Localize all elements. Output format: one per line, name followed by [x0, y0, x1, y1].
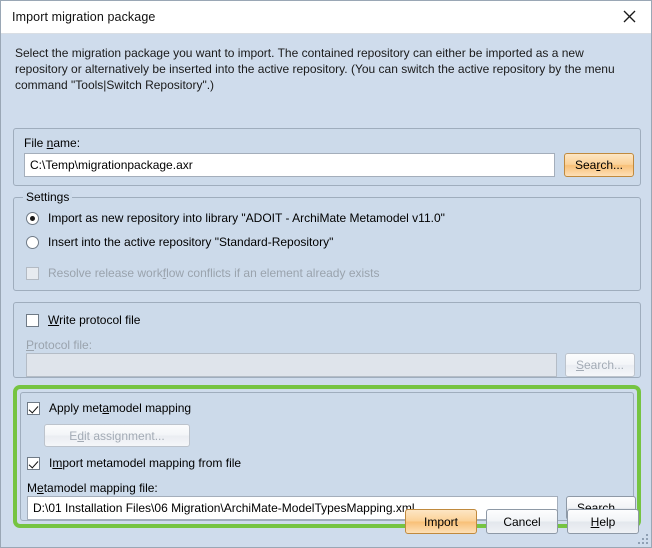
- radio-import-new-repository-label: Import as new repository into library "A…: [48, 211, 445, 225]
- checkbox-import-mapping-from-file-indicator: [27, 456, 40, 470]
- file-name-search-label: Search...: [574, 158, 624, 172]
- radio-insert-active-repository[interactable]: Insert into the active repository "Stand…: [26, 235, 333, 249]
- checkbox-resolve-conflicts-label: Resolve release workflow conflicts if an…: [48, 266, 380, 280]
- dialog-footer: Import Cancel Help: [1, 497, 651, 547]
- radio-insert-active-repository-indicator: [26, 235, 39, 249]
- close-icon[interactable]: [607, 1, 651, 32]
- import-button[interactable]: Import: [405, 509, 477, 534]
- intro-text: Select the migration package you want to…: [15, 46, 615, 92]
- file-name-label: File name:: [24, 136, 81, 150]
- protocol-panel: Write protocol file Protocol file: Searc…: [13, 302, 641, 378]
- protocol-file-label: Protocol file:: [26, 338, 93, 352]
- checkbox-import-mapping-from-file-label: Import metamodel mapping from file: [49, 456, 242, 470]
- checkbox-write-protocol-file-label: Write protocol file: [48, 313, 141, 327]
- cancel-button[interactable]: Cancel: [486, 509, 558, 534]
- title-bar: Import migration package: [1, 1, 651, 34]
- protocol-file-input: [26, 353, 557, 377]
- file-name-search-button[interactable]: Search...: [564, 153, 634, 177]
- file-name-input[interactable]: C:\Temp\migrationpackage.axr: [24, 153, 555, 177]
- dialog-body: Select the migration package you want to…: [1, 34, 651, 547]
- help-button-label: Help: [590, 514, 616, 529]
- edit-assignment-button: Edit assignment...: [44, 424, 190, 447]
- checkbox-write-protocol-file-indicator: [26, 313, 39, 327]
- checkbox-apply-metamodel-mapping-label: Apply metamodel mapping: [49, 401, 192, 415]
- footer-buttons: Import Cancel Help: [405, 509, 639, 534]
- import-migration-package-dialog: Import migration package Select the migr…: [0, 0, 652, 548]
- radio-import-new-repository-indicator: [26, 211, 39, 225]
- import-button-label: Import: [423, 514, 458, 529]
- checkbox-write-protocol-file[interactable]: Write protocol file: [26, 313, 140, 327]
- resize-grip-icon[interactable]: [636, 532, 648, 544]
- checkbox-resolve-conflicts: Resolve release workflow conflicts if an…: [26, 266, 380, 280]
- protocol-file-search-label: Search...: [575, 358, 625, 372]
- settings-legend: Settings: [23, 190, 73, 204]
- radio-insert-active-repository-label: Insert into the active repository "Stand…: [48, 235, 334, 249]
- file-name-panel: File name: C:\Temp\migrationpackage.axr …: [13, 128, 641, 186]
- settings-group: Settings Import as new repository into l…: [13, 190, 641, 291]
- cancel-button-label: Cancel: [503, 514, 541, 529]
- metamodel-mapping-file-label: Metamodel mapping file:: [27, 481, 158, 495]
- checkbox-apply-metamodel-mapping[interactable]: Apply metamodel mapping: [27, 401, 191, 415]
- checkbox-import-mapping-from-file[interactable]: Import metamodel mapping from file: [27, 456, 241, 470]
- checkbox-apply-metamodel-mapping-indicator: [27, 401, 40, 415]
- checkbox-resolve-conflicts-indicator: [26, 266, 39, 280]
- protocol-file-search-button: Search...: [565, 353, 635, 377]
- edit-assignment-label: Edit assignment...: [69, 428, 165, 443]
- help-button[interactable]: Help: [567, 509, 639, 534]
- radio-import-new-repository[interactable]: Import as new repository into library "A…: [26, 211, 445, 225]
- dialog-title: Import migration package: [12, 10, 156, 24]
